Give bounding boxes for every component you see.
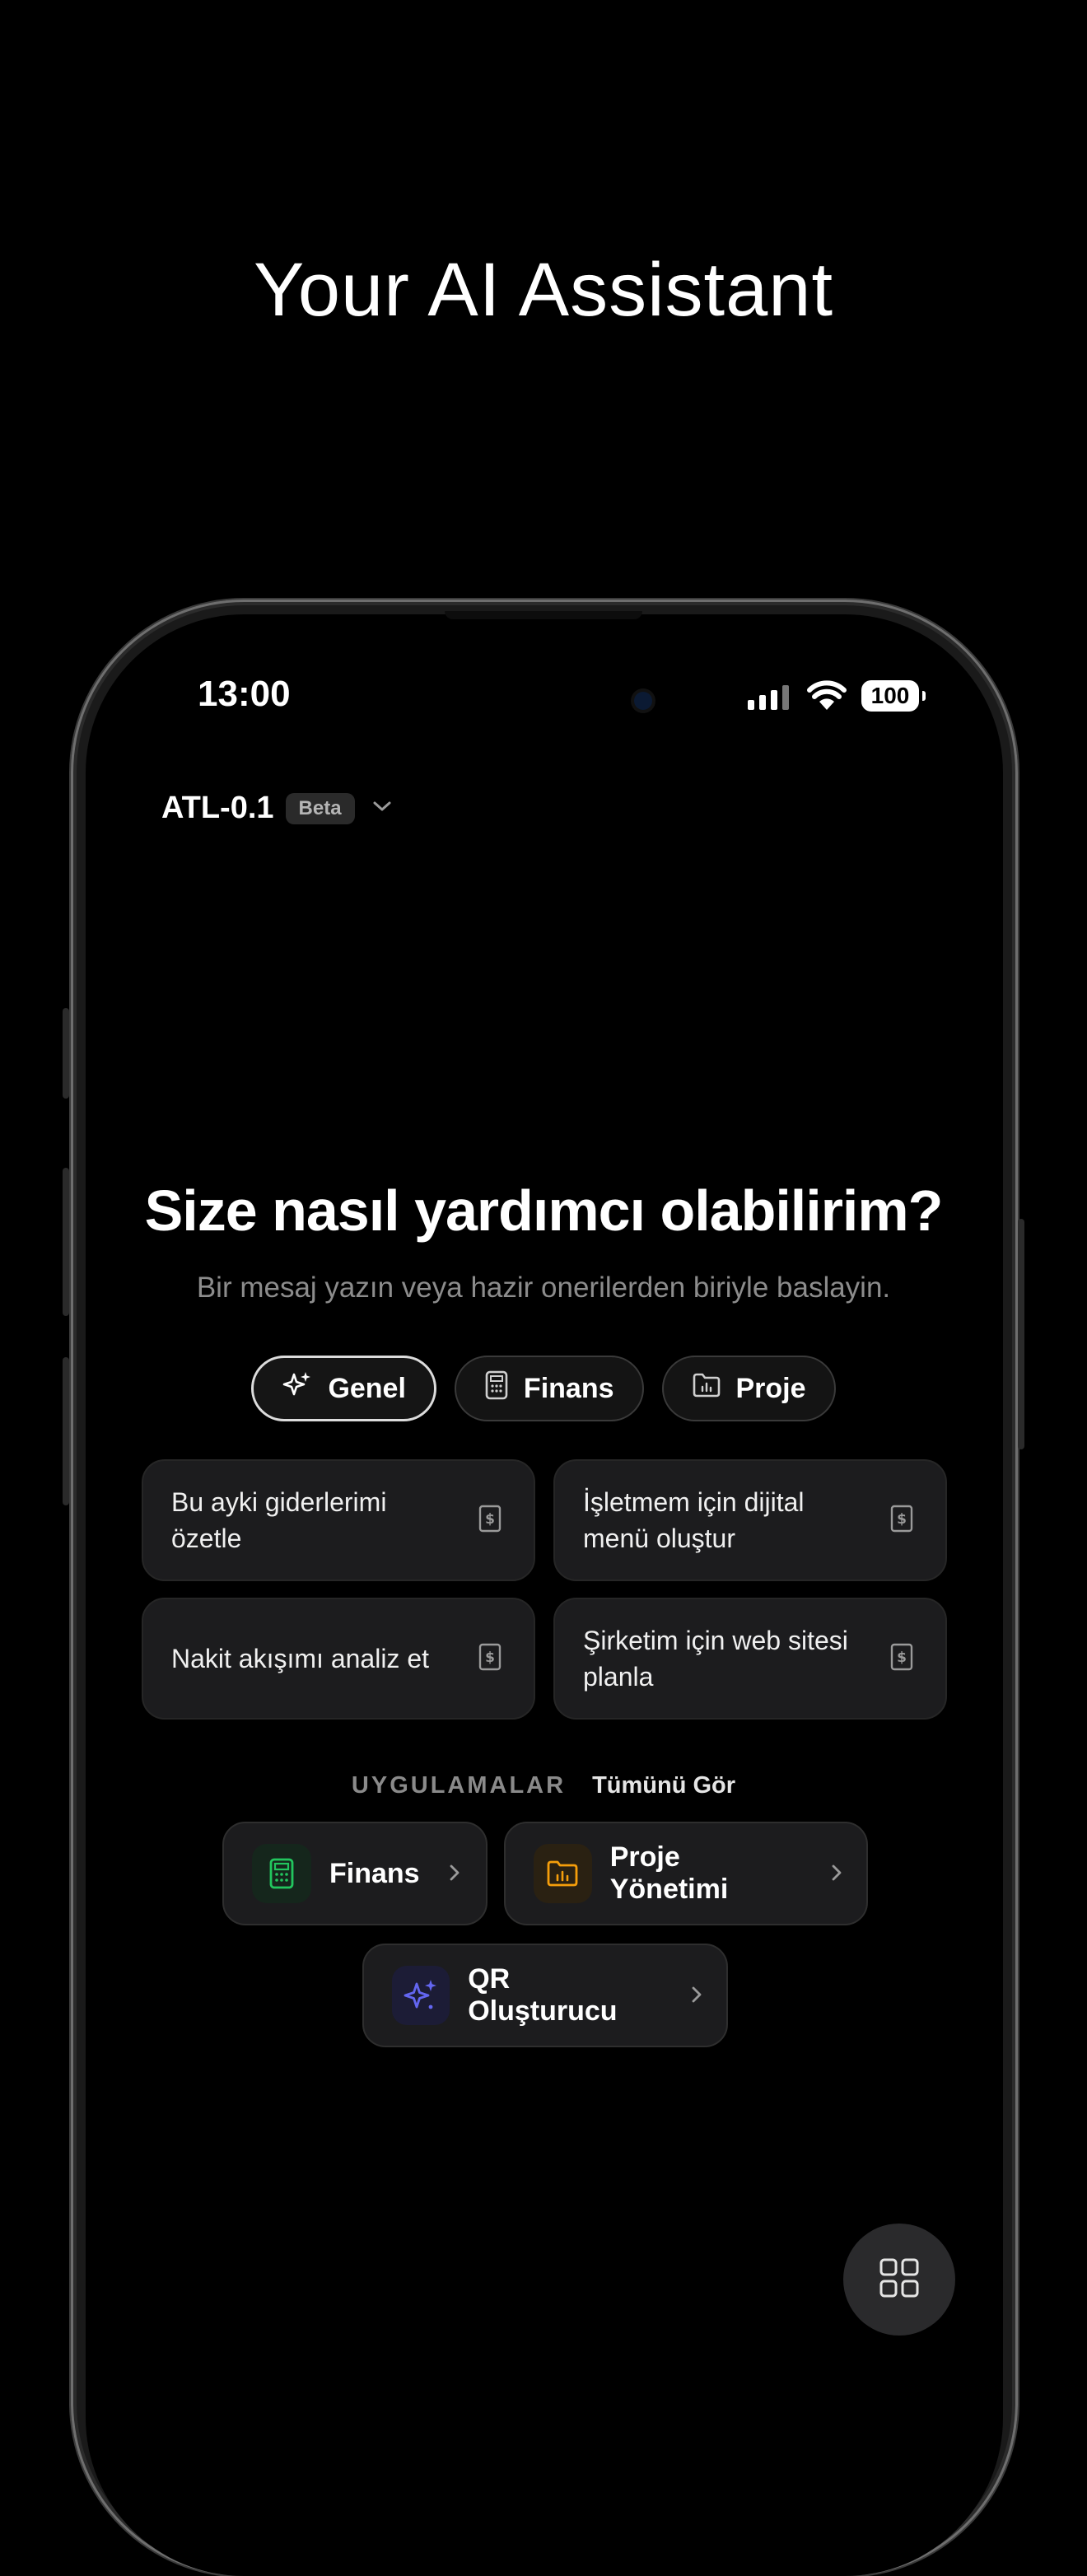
- wifi-icon: [807, 680, 847, 716]
- chip-label: Proje: [735, 1372, 806, 1404]
- dollar-receipt-icon: $: [478, 1505, 502, 1537]
- beta-badge: Beta: [285, 792, 355, 824]
- grid-icon: [879, 2257, 920, 2303]
- sparkles-icon: [392, 1966, 450, 2025]
- app-label: Proje Yönetimi: [609, 1841, 729, 1905]
- folder-chart-icon: [534, 1844, 592, 1903]
- svg-text:$: $: [485, 1511, 495, 1528]
- action-button: [63, 1008, 69, 1099]
- suggestion-card[interactable]: İşletmem için dijital menü oluştur $: [553, 1459, 947, 1581]
- suggestion-text: Bu ayki giderlerimi özetle: [171, 1487, 387, 1553]
- headline: Your AI Assistant: [253, 248, 834, 332]
- chevron-down-icon: [371, 800, 393, 817]
- app-label: QR Oluşturucu: [468, 1963, 618, 2027]
- dollar-receipt-icon: $: [478, 1643, 502, 1675]
- chip-proje[interactable]: Proje: [661, 1356, 836, 1421]
- dollar-receipt-icon: $: [889, 1643, 914, 1675]
- apps-header: UYGULAMALAR Tümünü Gör: [0, 1772, 1087, 1799]
- folder-chart-icon: [692, 1372, 721, 1406]
- suggestion-text: Şirketim için web sitesi planla: [583, 1626, 848, 1692]
- calculator-icon: [484, 1370, 509, 1407]
- chip-label: Finans: [523, 1372, 614, 1404]
- chip-label: Genel: [328, 1372, 406, 1404]
- app-proje-yonetimi[interactable]: Proje Yönetimi: [504, 1822, 868, 1925]
- suggestion-card[interactable]: Şirketim için web sitesi planla $: [553, 1598, 947, 1720]
- app-label: Finans: [329, 1857, 420, 1889]
- status-time: 13:00: [198, 674, 291, 714]
- svg-text:$: $: [897, 1650, 907, 1666]
- chevron-right-icon: [690, 1980, 703, 2012]
- dollar-receipt-icon: $: [889, 1505, 914, 1537]
- apps-section-label: UYGULAMALAR: [351, 1772, 567, 1799]
- battery-indicator: 100: [861, 680, 926, 712]
- category-chips: Genel Finans Proje: [0, 1356, 1087, 1421]
- model-name: ATL-0.1: [161, 791, 274, 825]
- model-selector[interactable]: ATL-0.1 Beta: [161, 791, 393, 826]
- apps-grid-button[interactable]: [843, 2224, 955, 2336]
- chevron-right-icon: [448, 1858, 461, 1890]
- chip-finans[interactable]: Finans: [454, 1356, 644, 1421]
- suggestion-grid: Bu ayki giderlerimi özetle $ İşletmem iç…: [142, 1459, 947, 1720]
- suggestion-text: Nakit akışımı analiz et: [171, 1644, 429, 1673]
- sparkles-icon: [282, 1370, 313, 1408]
- hero-subtitle: Bir mesaj yazın veya hazir onerilerden b…: [196, 1272, 891, 1304]
- chip-genel[interactable]: Genel: [251, 1356, 436, 1421]
- chevron-right-icon: [830, 1858, 843, 1890]
- phone-speaker: [445, 611, 642, 619]
- hero-title: Size nasıl yardımcı olabilirim?: [144, 1178, 944, 1243]
- suggestion-text: İşletmem için dijital menü oluştur: [583, 1487, 805, 1553]
- app-finans[interactable]: Finans: [222, 1822, 488, 1925]
- svg-text:$: $: [897, 1511, 907, 1528]
- cellular-signal-icon: [748, 685, 789, 710]
- suggestion-card[interactable]: Bu ayki giderlerimi özetle $: [142, 1459, 535, 1581]
- front-camera: [634, 692, 652, 710]
- see-all-link[interactable]: Tümünü Gör: [592, 1772, 735, 1799]
- calculator-icon: [252, 1844, 311, 1903]
- suggestion-card[interactable]: Nakit akışımı analiz et $: [142, 1598, 535, 1720]
- svg-text:$: $: [485, 1650, 495, 1666]
- app-qr-olusturucu[interactable]: QR Oluşturucu: [362, 1944, 728, 2047]
